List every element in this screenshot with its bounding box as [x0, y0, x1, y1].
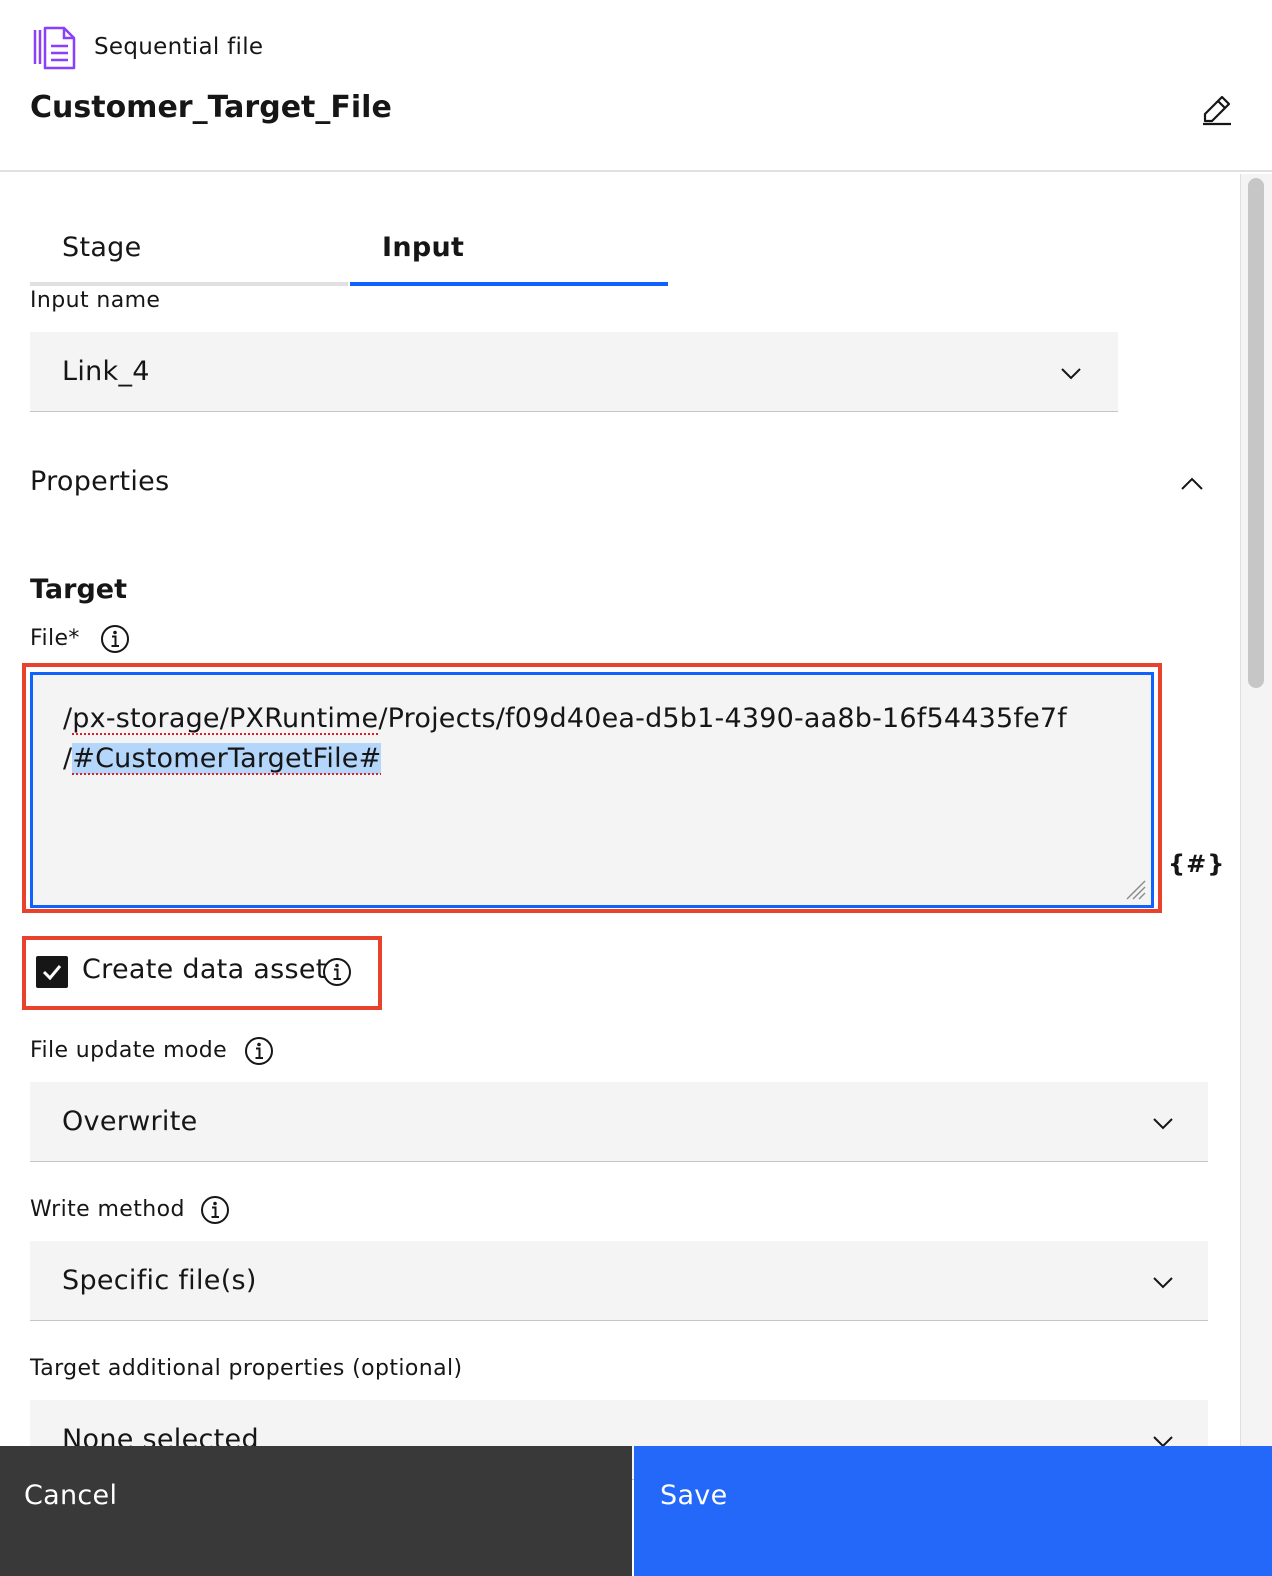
file-path-textarea[interactable]: /px-storage/PXRuntime/Projects/f09d40ea-…	[30, 672, 1154, 908]
write-method-label: Write method	[30, 1197, 185, 1222]
chevron-down-icon	[1153, 1277, 1173, 1289]
file-label: File*	[30, 626, 80, 651]
info-icon[interactable]	[200, 1195, 230, 1225]
cancel-button[interactable]: Cancel	[0, 1446, 632, 1576]
target-heading: Target	[30, 574, 128, 605]
properties-section-title[interactable]: Properties	[30, 466, 169, 497]
scrollbar-thumb[interactable]	[1248, 178, 1264, 688]
file-update-mode-label: File update mode	[30, 1038, 228, 1063]
input-name-value: Link_4	[62, 356, 150, 387]
create-data-asset-label[interactable]: Create data asset	[82, 954, 327, 985]
stage-type-label: Sequential file	[94, 34, 264, 60]
chevron-up-icon[interactable]	[1180, 472, 1204, 496]
chevron-down-icon	[1061, 368, 1081, 380]
panel-scrollbar[interactable]	[1240, 174, 1272, 1446]
resize-handle-icon[interactable]	[1123, 877, 1147, 901]
file-path-text: /px-storage/PXRuntime/Projects/f09d40ea-…	[63, 703, 1068, 774]
sequential-file-icon	[33, 26, 76, 70]
create-data-asset-checkbox[interactable]	[36, 956, 68, 988]
checkmark-icon	[42, 965, 62, 981]
file-update-mode-dropdown[interactable]: Overwrite	[30, 1082, 1208, 1162]
write-method-dropdown[interactable]: Specific file(s)	[30, 1241, 1208, 1321]
additional-properties-label: Target additional properties (optional)	[30, 1356, 463, 1381]
write-method-value: Specific file(s)	[62, 1265, 257, 1296]
tab-input[interactable]: Input	[350, 214, 668, 286]
stage-name-title: Customer_Target_File	[30, 90, 392, 125]
input-name-dropdown[interactable]: Link_4	[30, 332, 1118, 412]
input-name-label: Input name	[30, 288, 161, 313]
panel-header: Sequential file Customer_Target_File	[0, 0, 1272, 172]
edit-icon[interactable]	[1200, 92, 1234, 126]
info-icon[interactable]	[244, 1036, 274, 1066]
info-icon[interactable]	[322, 957, 352, 987]
save-button[interactable]: Save	[634, 1446, 1272, 1576]
tab-stage[interactable]: Stage	[30, 214, 348, 286]
info-icon[interactable]	[100, 624, 130, 654]
chevron-down-icon	[1153, 1118, 1173, 1130]
file-update-mode-value: Overwrite	[62, 1106, 198, 1137]
insert-parameter-button[interactable]: {#}	[1168, 850, 1225, 878]
